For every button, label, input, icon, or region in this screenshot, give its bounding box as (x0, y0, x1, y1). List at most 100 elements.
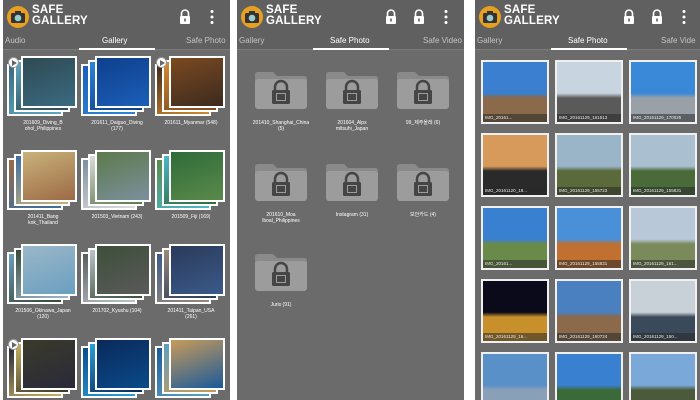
photo-thumbnail[interactable]: IMG_20161... (481, 60, 549, 124)
album-thumbnail-stack (81, 56, 153, 118)
tab-gallery[interactable]: Gallery (239, 35, 264, 47)
photo-thumbnail[interactable]: IMG_20161129_160724 (555, 279, 623, 343)
album-item[interactable]: 201702_Kyushu (104) (81, 244, 153, 314)
album-item[interactable]: 201509_Fiji (169) (155, 150, 227, 220)
lock-icon[interactable] (620, 8, 638, 26)
album-caption: 201611_Daiguo_Diving (177) (91, 120, 143, 132)
tab-audio[interactable]: Audio (5, 35, 25, 47)
tab-gallery[interactable]: Gallery (477, 35, 502, 47)
photo-filename: IMG_20161129_150... (631, 333, 695, 341)
locked-folder[interactable]: 보안카드 (4) (393, 161, 453, 218)
album-item[interactable]: 201609_Diving_B ohol_Philippines (7, 56, 79, 132)
album-thumbnail-stack (81, 244, 153, 306)
photo-filename: IMG_20161129_16... (483, 333, 547, 341)
tab-safe-photo[interactable]: Safe Photo (330, 35, 370, 47)
album-photo (21, 244, 77, 296)
play-icon (8, 339, 19, 350)
folder-caption: Juris (91) (270, 302, 292, 308)
photo-grid: IMG_20161... IMG_20161129_161513 IMG_20161… (475, 51, 700, 400)
album-photo (95, 244, 151, 296)
locked-folder[interactable]: Instagram (31) (322, 161, 382, 218)
app-title: SAFE GALLERY (32, 4, 88, 27)
album-caption: 201509_Fiji (169) (171, 214, 211, 220)
photo-thumbnail[interactable]: IMG_20161129_161513 (555, 60, 623, 124)
lock-icon[interactable] (410, 8, 428, 26)
safe-photo-screen: SAFE GALLERY Gallery Safe Photo Safe Vid… (237, 0, 464, 400)
album-thumbnail-stack (155, 338, 227, 400)
more-vert-icon[interactable] (675, 8, 693, 26)
locked-folder-icon (397, 164, 449, 201)
album-item[interactable]: 201503_Vietnam (243) (81, 150, 153, 220)
album-thumbnail-stack (81, 338, 153, 400)
locked-folder-icon (255, 164, 307, 201)
album-item[interactable]: 201611_Myanmar (548) (155, 56, 227, 126)
photo-thumbnail[interactable] (481, 352, 549, 400)
tab-gallery[interactable]: Gallery (102, 35, 127, 47)
album-item[interactable]: 201506_Okinawa_Japan (120) (7, 244, 79, 320)
lock-icon[interactable] (382, 8, 400, 26)
app-title: SAFE GALLERY (266, 4, 322, 27)
locked-folder[interactable]: 201604_Alps mitsuhi_Japan (322, 69, 382, 132)
photo-thumbnail[interactable] (555, 352, 623, 400)
album-photo (169, 338, 225, 390)
photo-filename: IMG_20161129_161... (631, 260, 695, 268)
photo-thumbnail[interactable]: IMG_20161129_155831 (629, 133, 697, 197)
photo-thumbnail[interactable] (629, 352, 697, 400)
tab-safe-photo[interactable]: Safe Photo (186, 35, 226, 47)
tab-bar: Gallery Safe Photo Safe Video (237, 34, 464, 50)
photo-thumbnail[interactable]: IMG_20161129_170025 (629, 60, 697, 124)
album-photo (169, 244, 225, 296)
folder-caption: 보안카드 (4) (410, 212, 436, 218)
photo-thumbnail[interactable]: IMG_20161... (481, 206, 549, 270)
photo-thumbnail[interactable]: IMG_20161129_161... (629, 206, 697, 270)
album-caption: 201411_Taipan_USA (261) (167, 308, 215, 320)
photo-thumbnail[interactable]: IMG_20161129_155831 (555, 206, 623, 270)
photo-filename: IMG_20161129_155723 (557, 187, 621, 195)
active-tab-indicator (551, 48, 627, 50)
photo-filename: IMG_20161129_161513 (557, 114, 621, 122)
photo-thumbnail[interactable]: IMG_20161120_18... (481, 133, 549, 197)
photo-thumbnail[interactable]: IMG_20161129_155723 (555, 133, 623, 197)
album-thumbnail-stack (81, 150, 153, 212)
folder-caption: 201410_Shanghai_China (5) (252, 120, 310, 132)
more-vert-icon[interactable] (203, 8, 221, 26)
album-thumbnail-stack (155, 244, 227, 306)
album-photo (95, 150, 151, 202)
album-item[interactable] (155, 338, 227, 400)
album-grid: 201609_Diving_B ohol_Philippines 201611_D… (3, 51, 230, 400)
album-caption: 201506_Okinawa_Japan (120) (15, 308, 71, 320)
locked-folder[interactable]: 201610_Moa lboal_Philippines (251, 161, 311, 224)
photo-thumbnail[interactable]: IMG_20161129_150... (629, 279, 697, 343)
tab-safe-video[interactable]: Safe Video (423, 35, 462, 47)
album-photo (169, 56, 225, 108)
tab-safe-video[interactable]: Safe Vide (661, 35, 696, 47)
locked-folder-icon (397, 72, 449, 109)
play-icon (156, 57, 167, 68)
folder-caption: 201610_Moa lboal_Philippines (262, 212, 300, 224)
locked-folder[interactable]: 99_제주올레 (6) (393, 69, 453, 126)
photo-thumbnail[interactable]: IMG_20161129_16... (481, 279, 549, 343)
photo-filename: IMG_20161120_18... (483, 187, 547, 195)
album-item[interactable] (81, 338, 153, 400)
album-item[interactable]: 201611_Daiguo_Diving (177) (81, 56, 153, 132)
locked-folder-icon (326, 72, 378, 109)
album-caption: 201411_Bang kok_Thailand (27, 214, 59, 226)
active-tab-indicator (79, 48, 155, 50)
locked-folder[interactable]: Juris (91) (251, 251, 311, 308)
locked-folder[interactable]: 201410_Shanghai_China (5) (251, 69, 311, 132)
lock-icon[interactable] (176, 8, 194, 26)
play-icon (8, 57, 19, 68)
album-item[interactable] (7, 338, 79, 400)
album-item[interactable]: 201411_Taipan_USA (261) (155, 244, 227, 320)
album-photo (21, 150, 77, 202)
photo-filename: IMG_20161... (483, 114, 547, 122)
safe-photo-detail-screen: SAFE GALLERY Gallery Safe Photo Safe Vid… (475, 0, 700, 400)
app-logo-icon (7, 6, 29, 28)
more-vert-icon[interactable] (437, 8, 455, 26)
album-caption: 201702_Kyushu (104) (92, 308, 142, 314)
album-item[interactable]: 201411_Bang kok_Thailand (7, 150, 79, 226)
app-logo-icon (479, 6, 501, 28)
tab-safe-photo[interactable]: Safe Photo (568, 35, 608, 47)
photo-filename: IMG_20161129_155831 (631, 187, 695, 195)
lock-icon[interactable] (648, 8, 666, 26)
